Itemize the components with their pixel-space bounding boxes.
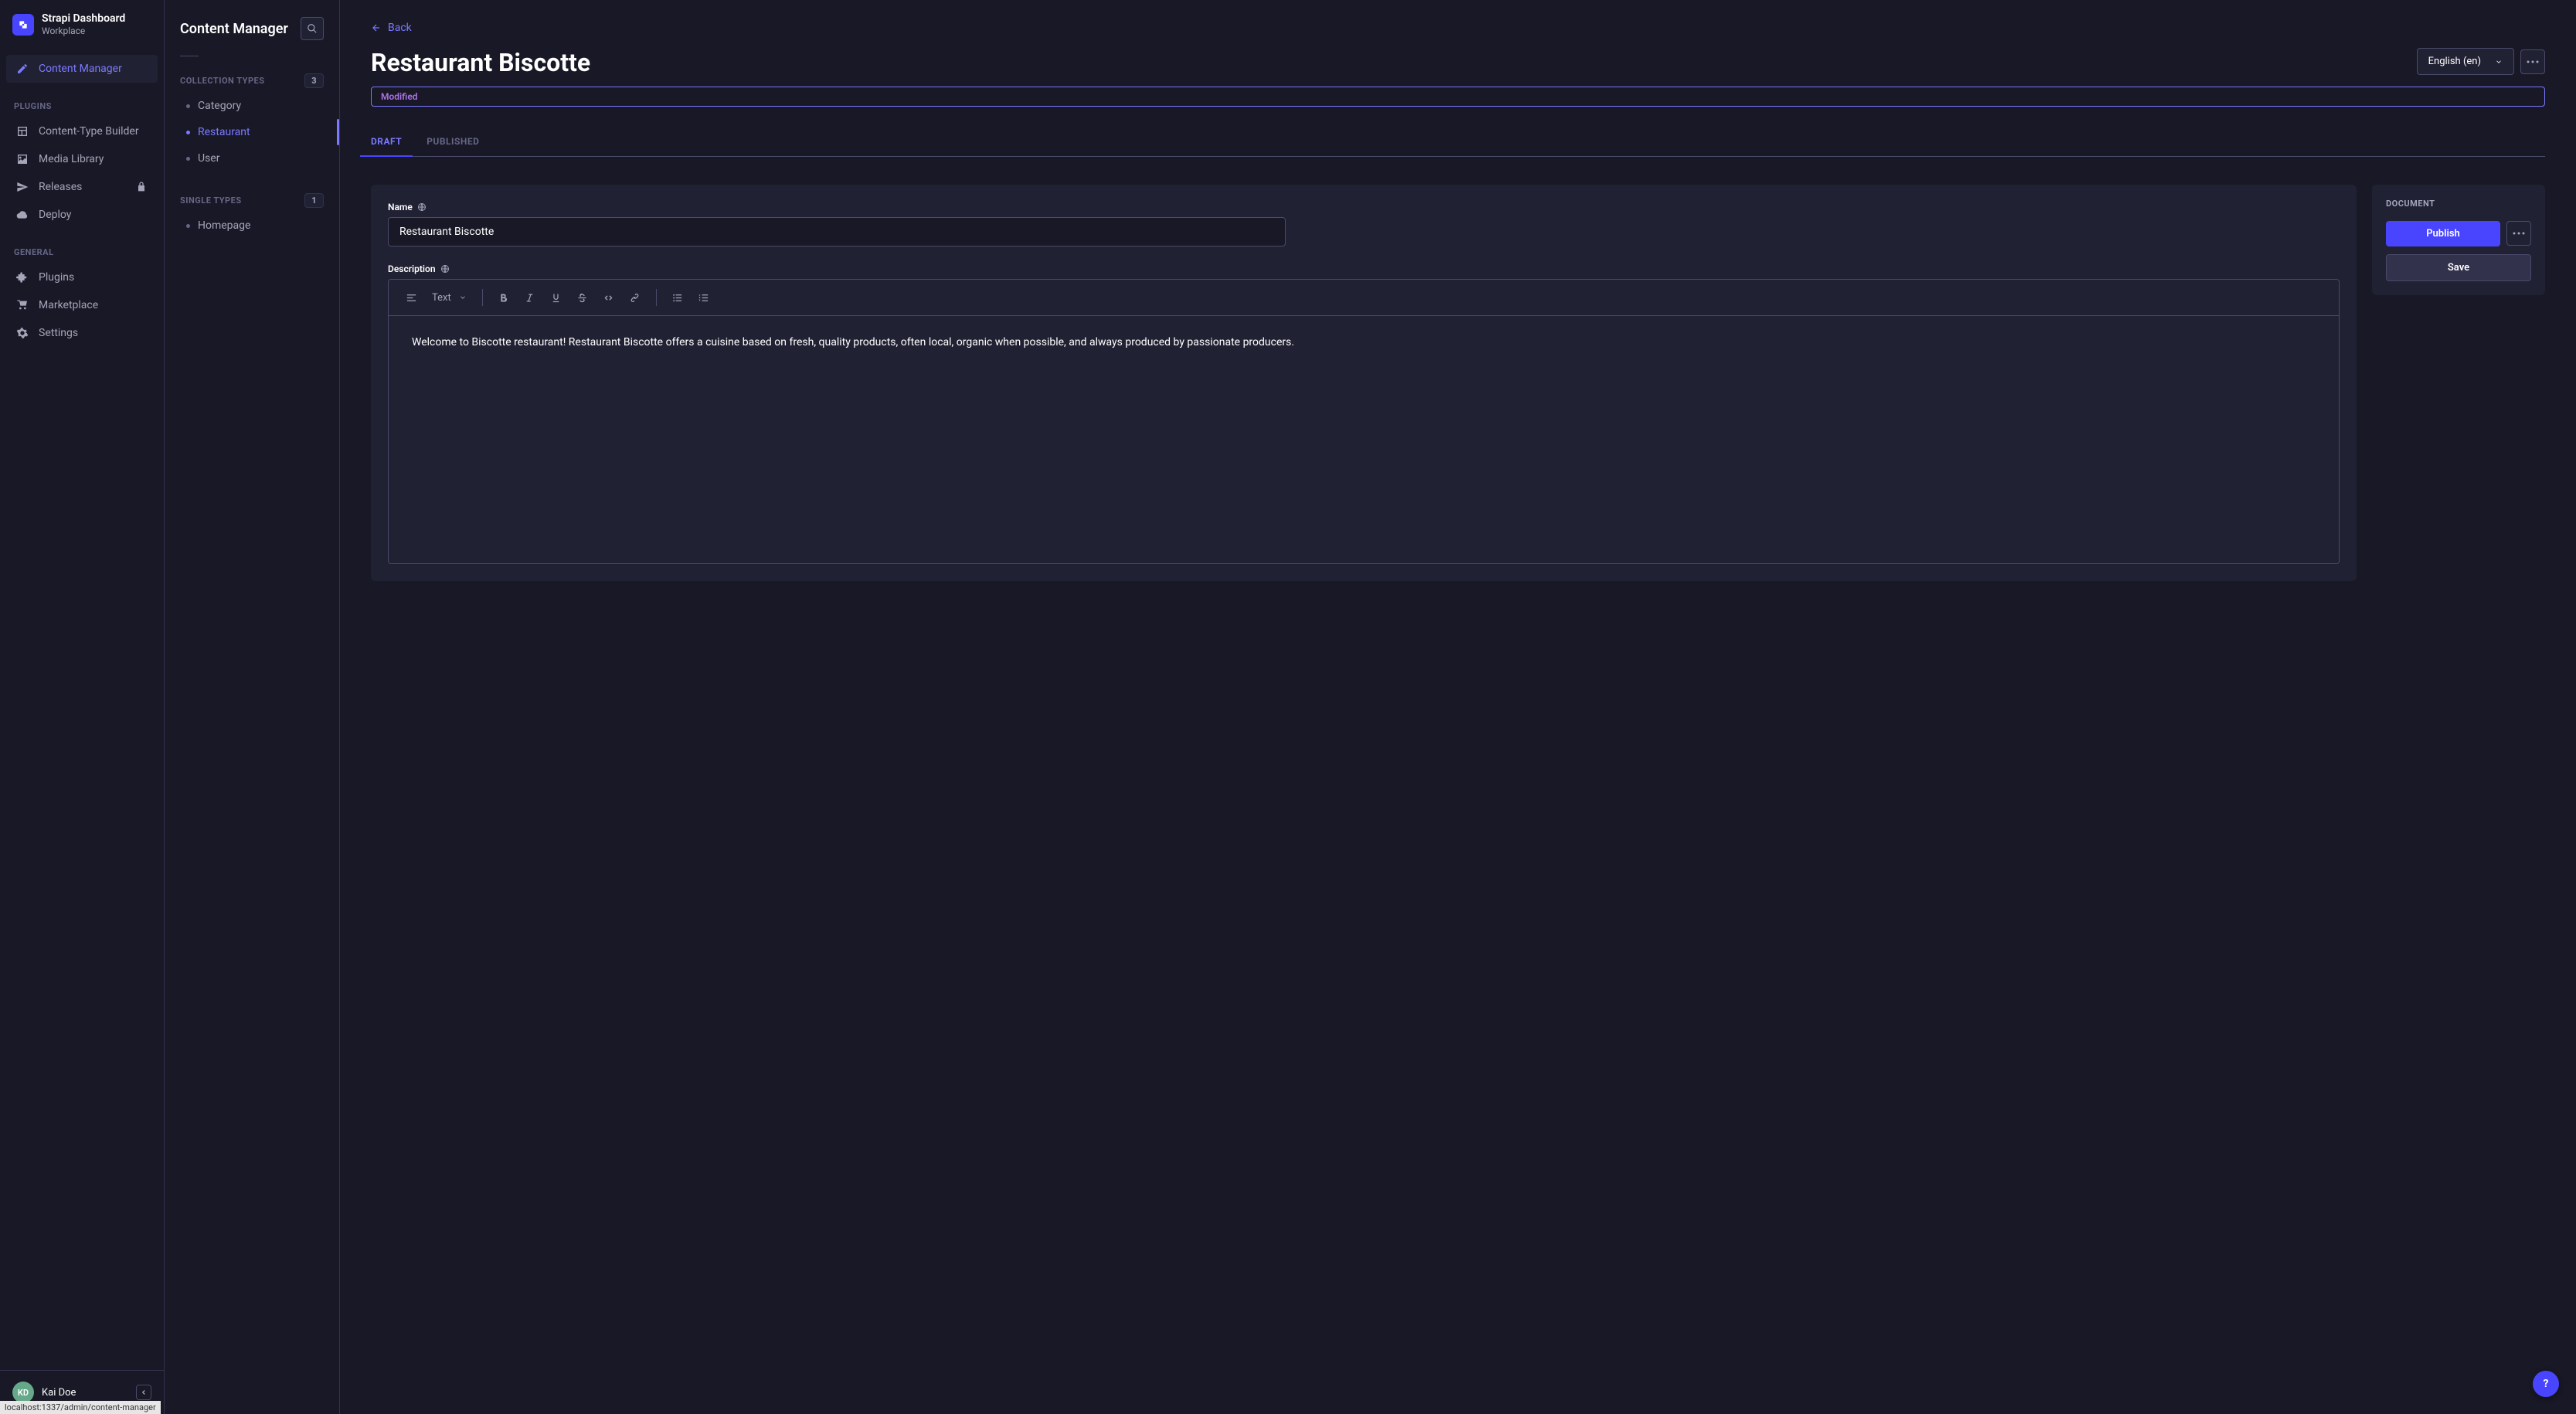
nav-section-general: GENERAL [6,241,158,263]
nav-section-plugins: PLUGINS [6,95,158,117]
block-type-select[interactable]: Text [426,292,473,304]
nav-label: Content Manager [39,63,122,75]
name-label: Name [388,202,2340,212]
secondary-sidebar: Content Manager COLLECTION TYPES 3 Categ… [165,0,340,1414]
number-list-button[interactable] [692,286,715,309]
main-content: Back Restaurant Biscotte English (en) Mo… [340,0,2576,1414]
bold-button[interactable] [492,286,515,309]
user-avatar[interactable]: KD [12,1382,34,1403]
bullet-icon [186,104,190,108]
nav-label: Content-Type Builder [39,125,139,138]
locale-select[interactable]: English (en) [2417,48,2514,75]
document-heading: DOCUMENT [2386,199,2531,209]
italic-button[interactable] [518,286,542,309]
align-button[interactable] [399,286,423,309]
user-name: Kai Doe [42,1387,128,1399]
nav-content-type-builder[interactable]: Content-Type Builder [6,117,158,145]
description-label: Description [388,263,2340,274]
nav-marketplace[interactable]: Marketplace [6,291,158,319]
chevron-down-icon [2495,58,2503,66]
collection-count-badge: 3 [304,73,324,88]
single-count-badge: 1 [304,193,324,208]
publish-more-button[interactable] [2506,221,2531,246]
code-button[interactable] [597,286,620,309]
main-sidebar: Strapi Dashboard Workplace Content Manag… [0,0,165,1414]
nav-deploy[interactable]: Deploy [6,201,158,229]
description-textarea[interactable]: Welcome to Biscotte restaurant! Restaura… [389,316,2339,563]
search-button[interactable] [301,17,324,40]
bullet-icon [186,131,190,134]
pencil-icon [15,62,29,76]
tabs: DRAFT PUBLISHED [371,127,2545,157]
puzzle-icon [15,270,29,284]
collection-item-category[interactable]: Category [180,93,324,119]
tab-draft[interactable]: DRAFT [371,127,402,156]
nav-label: Releases [39,181,82,193]
bullet-icon [186,157,190,161]
image-icon [15,152,29,166]
strikethrough-button[interactable] [571,286,594,309]
nav-content-manager[interactable]: Content Manager [6,55,158,83]
underline-button[interactable] [545,286,568,309]
separator [656,289,657,306]
globe-icon [440,264,450,274]
collapse-sidebar-button[interactable] [136,1385,151,1400]
richtext-editor: Text Welcome to Bisco [388,279,2340,564]
nav-label: Marketplace [39,299,98,311]
nav-media-library[interactable]: Media Library [6,145,158,173]
form-card: Name Description Text [371,185,2357,581]
single-types-header[interactable]: SINGLE TYPES 1 [180,189,324,212]
paper-plane-icon [15,180,29,194]
nav-releases[interactable]: Releases [6,173,158,201]
secondary-title: Content Manager [180,21,293,37]
name-input[interactable] [388,217,1286,246]
bullet-list-button[interactable] [666,286,689,309]
app-subtitle: Workplace [42,25,125,36]
collection-item-user[interactable]: User [180,145,324,172]
sidebar-header: Strapi Dashboard Workplace [0,0,164,49]
help-button[interactable]: ? [2533,1371,2559,1397]
back-link[interactable]: Back [371,22,412,34]
page-title: Restaurant Biscotte [371,48,590,77]
lock-icon [134,180,148,194]
nav-label: Settings [39,327,78,339]
nav-plugins[interactable]: Plugins [6,263,158,291]
strapi-logo [12,14,34,36]
chevron-down-icon [459,294,467,301]
save-button[interactable]: Save [2386,254,2531,281]
collection-item-restaurant[interactable]: Restaurant [180,119,324,145]
globe-icon [417,202,427,212]
nav-label: Plugins [39,271,74,284]
gear-icon [15,326,29,340]
publish-button[interactable]: Publish [2386,221,2500,246]
status-badge: Modified [371,87,2545,107]
link-button[interactable] [624,286,647,309]
single-item-homepage[interactable]: Homepage [180,212,324,239]
browser-status-bar: localhost:1337/admin/content-manager [0,1401,161,1414]
nav-label: Deploy [39,209,71,221]
cloud-icon [15,208,29,222]
header-more-button[interactable] [2520,49,2545,74]
document-panel: DOCUMENT Publish Save [2372,185,2545,295]
nav-label: Media Library [39,153,104,165]
richtext-toolbar: Text [389,280,2339,316]
bullet-icon [186,224,190,228]
layout-icon [15,124,29,138]
collection-types-header[interactable]: COLLECTION TYPES 3 [180,69,324,93]
nav-settings[interactable]: Settings [6,319,158,347]
cart-icon [15,298,29,312]
tab-published[interactable]: PUBLISHED [427,127,479,156]
separator [482,289,483,306]
app-title: Strapi Dashboard [42,12,125,25]
